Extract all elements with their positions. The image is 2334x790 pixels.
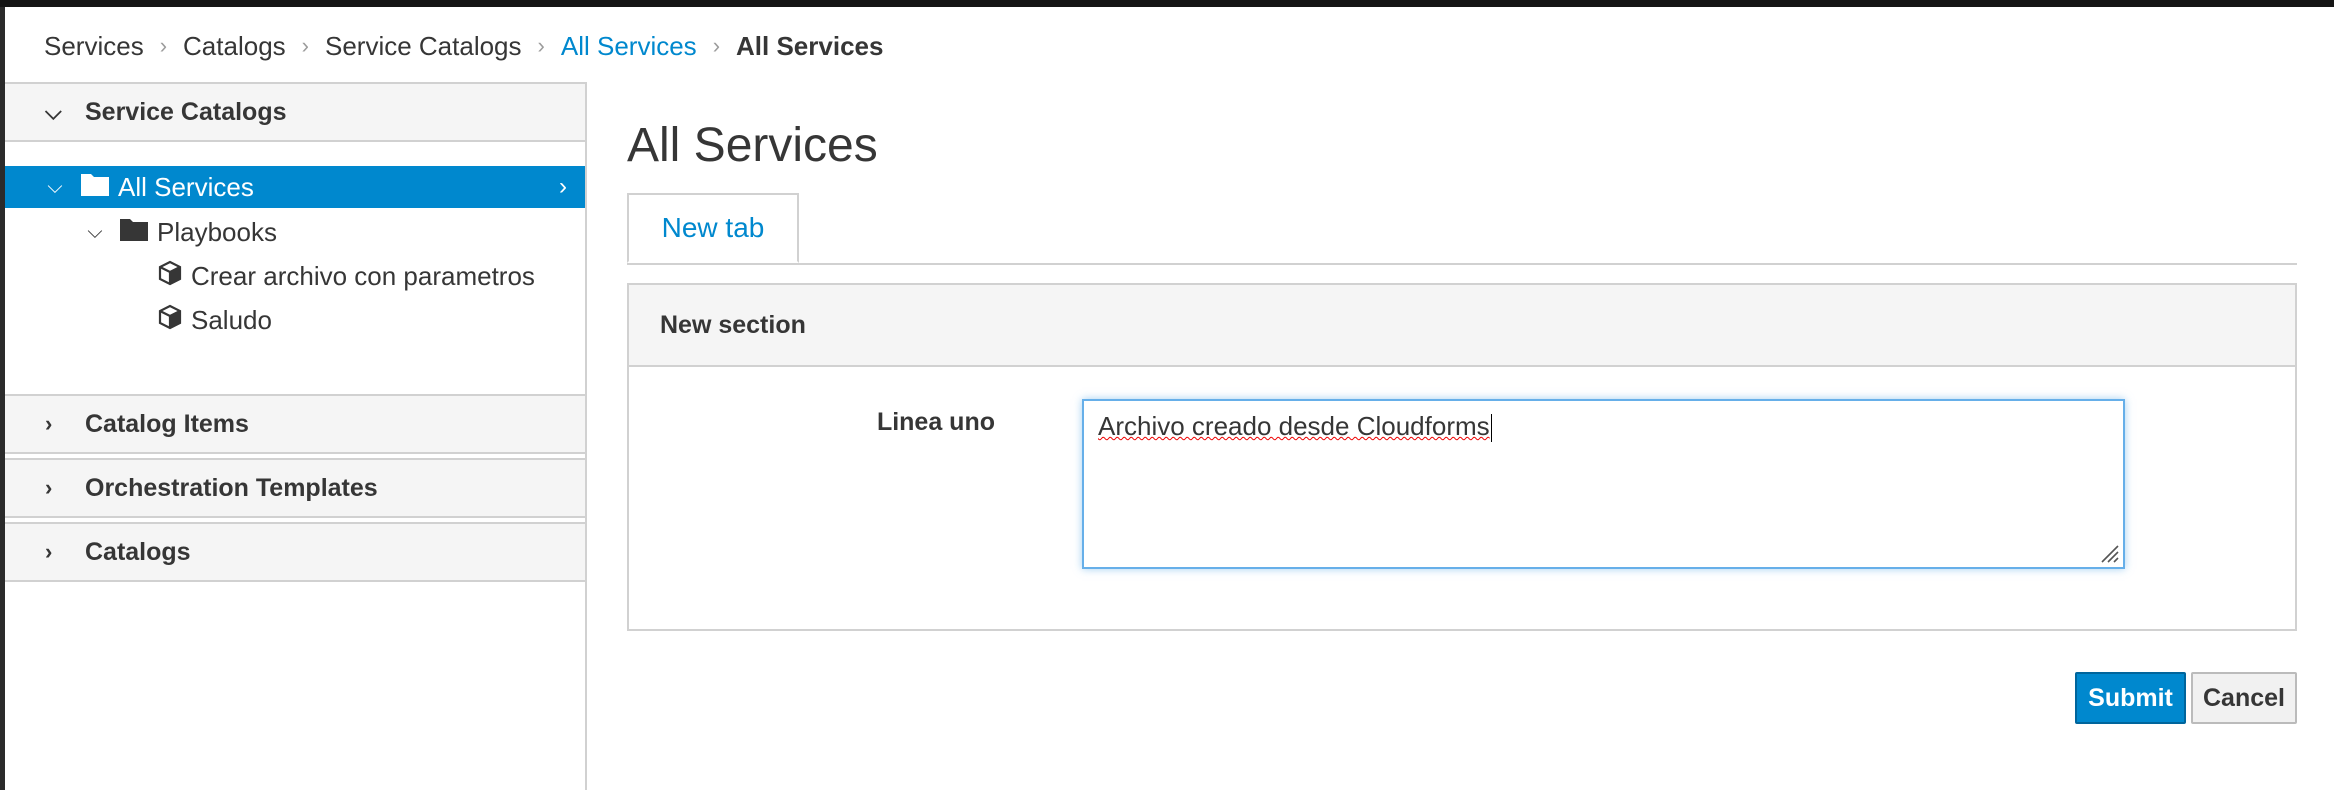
form-section-panel: New section Linea uno Archivo creado des… <box>627 283 2297 631</box>
breadcrumb-separator-icon: › <box>159 33 168 58</box>
cube-icon <box>157 260 183 293</box>
breadcrumb-separator-icon: › <box>712 33 721 58</box>
breadcrumb-separator-icon: › <box>301 33 309 58</box>
field-label-linea-uno: Linea uno <box>876 408 995 436</box>
tree-node-saludo[interactable]: Saludo <box>5 299 585 341</box>
breadcrumb: Services › Catalogs › Service Catalogs ›… <box>44 26 883 66</box>
chevron-down-icon: ⌵ <box>45 99 62 124</box>
text-cursor <box>1490 414 1492 443</box>
tree-node-crear-archivo[interactable]: Crear archivo con parametros <box>5 255 585 297</box>
accordion-label: Orchestration Templates <box>85 473 378 502</box>
breadcrumb-all-services-link[interactable]: All Services <box>561 31 697 62</box>
top-bar <box>0 0 2334 7</box>
breadcrumb-services: Services <box>44 30 144 61</box>
accordion-label: Service Catalogs <box>85 97 287 126</box>
chevron-down-icon[interactable]: ⌵ <box>42 176 68 199</box>
chevron-down-icon[interactable]: ⌵ <box>82 221 108 244</box>
chevron-right-icon: › <box>45 411 53 436</box>
accordion-catalog-items[interactable]: › Catalog Items <box>5 394 585 454</box>
accordion-service-catalogs[interactable]: ⌵ Service Catalogs <box>5 82 585 142</box>
accordion-label: Catalogs <box>85 537 191 566</box>
tree-node-label: Crear archivo con parametros <box>191 260 535 291</box>
tab-new-tab[interactable]: New tab <box>627 193 799 263</box>
section-title: New section <box>629 285 2295 367</box>
tree-node-label: Playbooks <box>157 216 277 247</box>
cancel-button[interactable]: Cancel <box>2191 672 2297 724</box>
breadcrumb-catalogs: Catalogs <box>183 30 286 61</box>
textarea-value: Archivo creado desde Cloudforms <box>1098 411 1490 441</box>
page-title: All Services <box>627 119 878 172</box>
breadcrumb-separator-icon: › <box>537 33 545 58</box>
tab-bar: New tab <box>627 193 2297 265</box>
accordion-label: Catalog Items <box>85 409 249 438</box>
submit-button[interactable]: Submit <box>2075 672 2186 724</box>
cube-icon <box>157 304 183 337</box>
tree-node-playbooks[interactable]: ⌵ Playbooks <box>5 211 585 253</box>
folder-icon <box>80 171 110 204</box>
folder-icon <box>119 216 149 249</box>
resize-handle-icon[interactable] <box>2098 542 2120 564</box>
accordion-catalogs[interactable]: › Catalogs <box>5 522 585 582</box>
accordion-orchestration-templates[interactable]: › Orchestration Templates <box>5 458 585 518</box>
sidebar: ⌵ Service Catalogs ⌵ All Services › ⌵ Pl… <box>5 82 587 790</box>
chevron-right-icon: › <box>45 539 53 564</box>
chevron-right-icon: › <box>559 173 567 200</box>
tree-node-label: All Services <box>118 171 254 202</box>
tree-node-all-services[interactable]: ⌵ All Services › <box>5 166 585 208</box>
tree-node-label: Saludo <box>191 304 272 335</box>
breadcrumb-service-catalogs: Service Catalogs <box>324 30 522 61</box>
linea-uno-textarea[interactable]: Archivo creado desde Cloudforms <box>1082 399 2125 569</box>
breadcrumb-current: All Services <box>736 30 884 61</box>
chevron-right-icon: › <box>45 475 53 500</box>
